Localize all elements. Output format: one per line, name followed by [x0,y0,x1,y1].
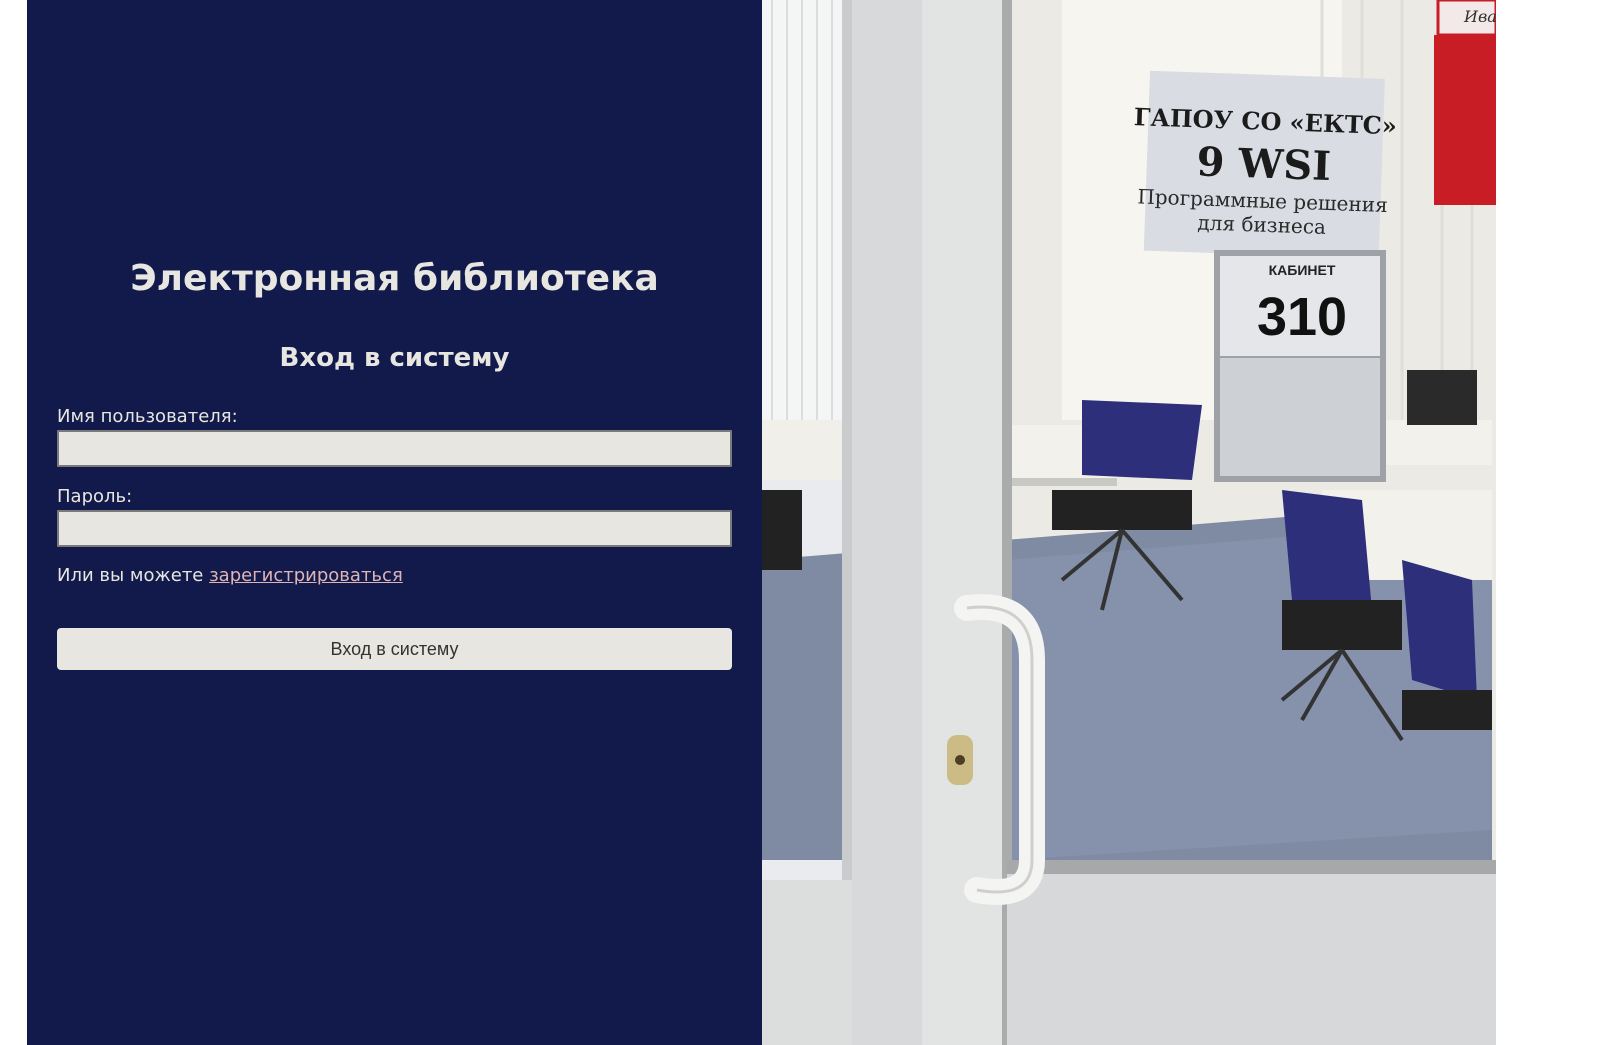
register-prefix: Или вы можете [57,565,204,586]
room-label: КАБИНЕТ [1269,262,1336,278]
login-submit-button[interactable]: Вход в систему [57,628,732,670]
register-link[interactable]: зарегистрироваться [209,565,403,586]
password-label: Пароль: [57,486,133,507]
login-page: Электронная библиотека Вход в систему Им… [0,0,1600,1045]
sign-line2: 9 WSI [1196,138,1332,190]
username-label: Имя пользователя: [57,406,238,427]
login-panel: Электронная библиотека Вход в систему Им… [27,0,762,1045]
app-title: Электронная библиотека [130,258,659,299]
sign-line4: для бизнеса [1197,210,1326,238]
corner-sign-text: Иван [1463,7,1496,26]
login-heading: Вход в систему [279,343,510,373]
room-number: 310 [1257,287,1347,347]
username-input[interactable] [57,430,732,467]
office-door-photo: ГАПОУ СО «ЕКТС» 9 WSI Программные решени… [762,0,1496,1045]
password-input[interactable] [57,510,732,547]
register-prompt: Или вы можете зарегистрироваться [57,564,403,588]
door-photo-illustration: ГАПОУ СО «ЕКТС» 9 WSI Программные решени… [762,0,1496,1045]
